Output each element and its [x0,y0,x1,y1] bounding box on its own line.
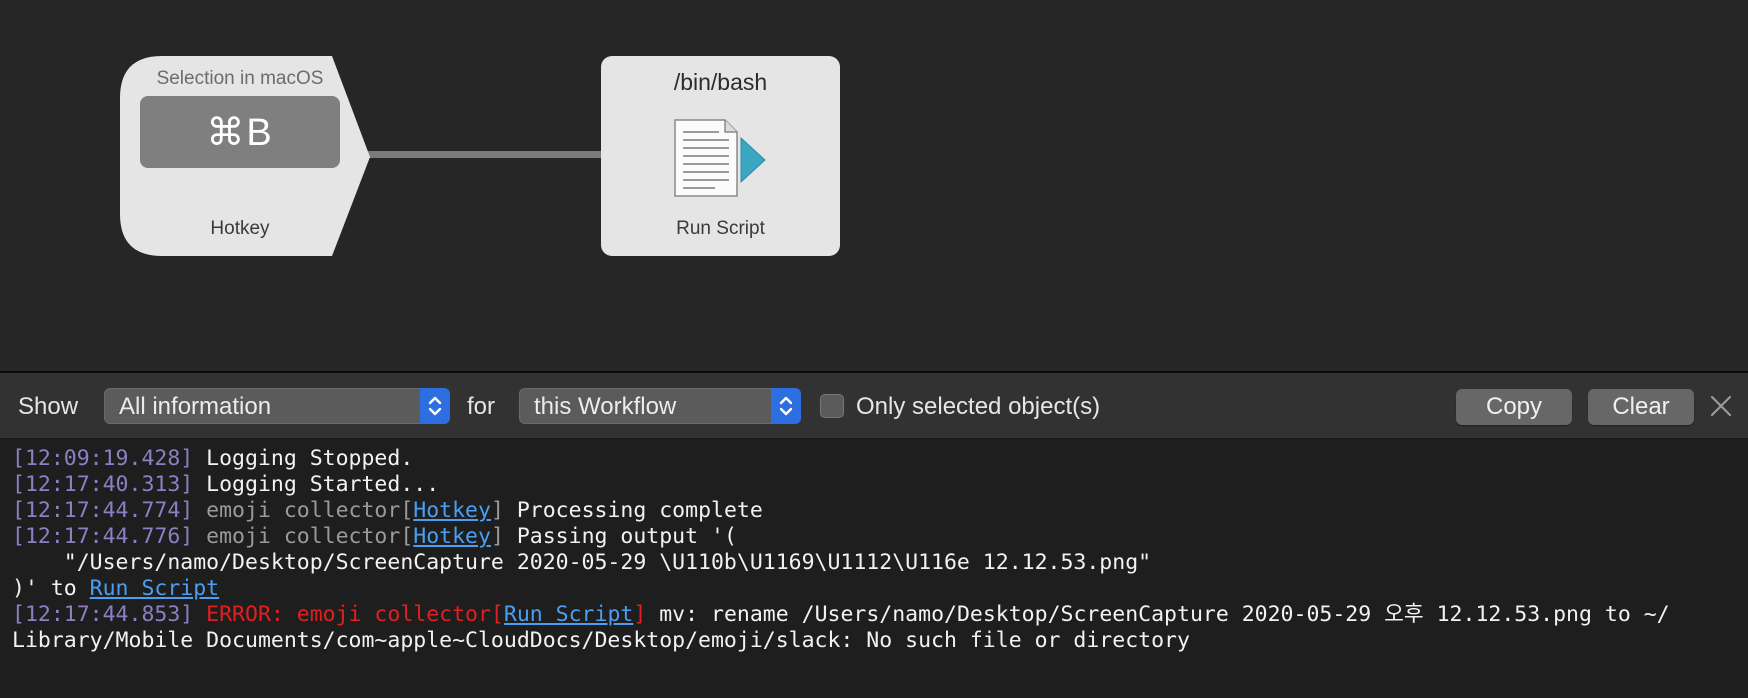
log-line: [12:17:40.313] Logging Started... [12,472,439,498]
for-select-value: this Workflow [534,393,677,420]
log-timestamp: [12:17:44.774] [12,498,194,523]
for-select[interactable]: this Workflow [519,388,801,424]
log-source: emoji collector[ [193,498,414,523]
chevron-updown-icon [779,396,793,416]
log-object-link[interactable]: Hotkey [413,524,491,549]
hotkey-node[interactable]: Selection in macOS ⌘B Hotkey [120,56,370,256]
for-select-stepper [771,388,801,424]
debug-toolbar: Show All information for this Workflow O… [0,373,1748,439]
only-selected-checkbox[interactable] [820,394,844,418]
log-object-link[interactable]: Run Script [90,576,219,601]
log-line: "/Users/namo/Desktop/ScreenCapture 2020-… [12,550,1151,576]
connection-line[interactable] [364,151,604,158]
log-message: Logging Started... [193,472,440,497]
workflow-canvas[interactable]: Selection in macOS ⌘B Hotkey /bin/bash R… [0,0,1748,371]
show-select-stepper [420,388,450,424]
log-message: mv: rename /Users/namo/Desktop/ScreenCap… [646,602,1670,627]
log-message: Library/Mobile Documents/com~apple~Cloud… [12,628,1190,653]
for-label: for [467,393,496,420]
log-line: [12:17:44.774] emoji collector[Hotkey] P… [12,498,763,524]
clear-button[interactable]: Clear [1588,389,1694,425]
log-source-end: ] [490,524,504,549]
hotkey-node-title: Selection in macOS [156,68,324,89]
log-line-error: [12:17:44.853] ERROR: emoji collector[Ru… [12,602,1670,628]
log-object-link[interactable]: Run Script [504,602,633,627]
log-message: "/Users/namo/Desktop/ScreenCapture 2020-… [12,550,1152,575]
log-source-end: ] [490,498,504,523]
log-line: Library/Mobile Documents/com~apple~Cloud… [12,628,1190,654]
log-line: [12:09:19.428] Logging Stopped. [12,446,413,472]
chevron-updown-icon [428,396,442,416]
log-timestamp: [12:09:19.428] [12,446,194,471]
hotkey-node-label: Hotkey [210,218,270,239]
log-timestamp: [12:17:44.853] [12,602,194,627]
log-timestamp: [12:17:44.776] [12,524,194,549]
log-message: )' to [12,576,90,601]
log-message: Passing output '( [503,524,737,549]
log-output[interactable]: [12:09:19.428] Logging Stopped. [12:17:4… [0,439,1748,698]
show-select[interactable]: All information [104,388,450,424]
only-selected-label[interactable]: Only selected object(s) [856,393,1100,421]
log-error-source: ERROR: emoji collector[ [193,602,504,627]
show-select-value: All information [119,393,272,420]
debug-panel: Show All information for this Workflow O… [0,371,1748,698]
log-object-link[interactable]: Hotkey [413,498,491,523]
close-icon[interactable] [1710,395,1732,417]
hotkey-combo: ⌘B [140,96,340,168]
script-document-icon [674,119,766,197]
log-message: Processing complete [503,498,763,523]
log-source: emoji collector[ [193,524,414,549]
log-line: [12:17:44.776] emoji collector[Hotkey] P… [12,524,737,550]
run-script-node-label: Run Script [676,218,765,239]
run-script-node-title: /bin/bash [673,69,768,95]
show-label: Show [18,393,79,420]
log-message: Logging Stopped. [193,446,414,471]
copy-button[interactable]: Copy [1456,389,1572,425]
log-line: )' to Run Script [12,576,219,602]
run-script-node[interactable]: /bin/bash Run Script [601,56,840,256]
log-error-source-end: ] [633,602,647,627]
log-timestamp: [12:17:40.313] [12,472,194,497]
